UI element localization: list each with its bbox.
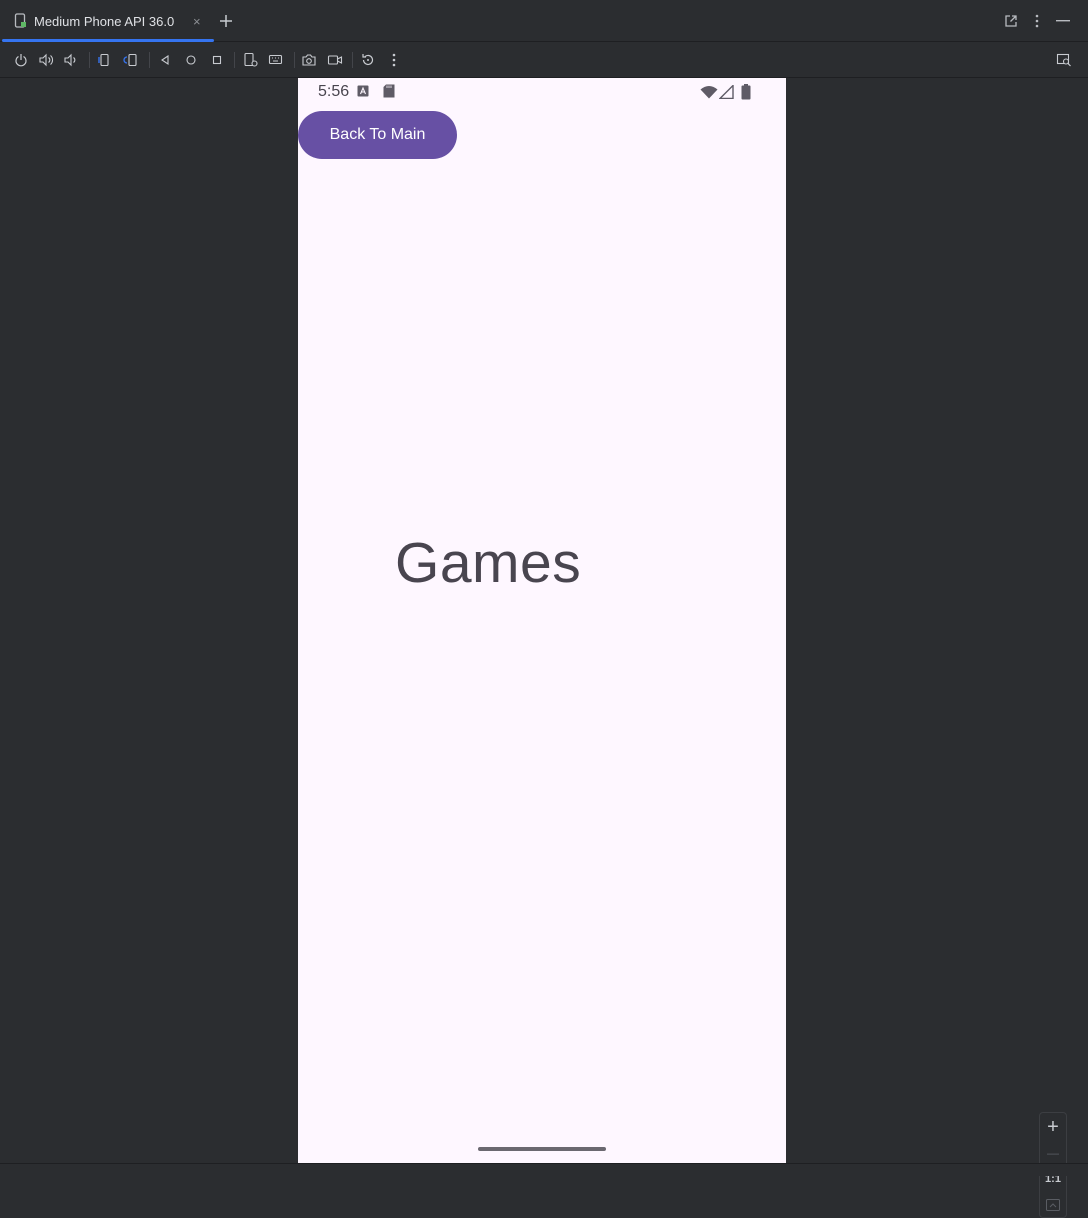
power-icon[interactable] bbox=[11, 50, 31, 70]
gesture-navigation-bar[interactable] bbox=[478, 1147, 606, 1151]
volume-up-icon[interactable] bbox=[36, 50, 56, 70]
device-icon bbox=[14, 13, 28, 29]
status-strip bbox=[0, 1163, 1088, 1176]
minimize-icon[interactable] bbox=[1054, 10, 1072, 32]
rotate-left-icon[interactable] bbox=[95, 50, 115, 70]
tab-title: Medium Phone API 36.0 bbox=[34, 13, 175, 29]
sd-card-icon bbox=[383, 84, 395, 98]
keyboard-icon[interactable] bbox=[266, 50, 286, 70]
toolbar-separator bbox=[89, 52, 90, 68]
zoom-fit-icon[interactable] bbox=[1040, 1193, 1066, 1217]
close-tab-icon[interactable]: × bbox=[193, 14, 201, 29]
status-time: 5:56 bbox=[318, 83, 350, 100]
rotate-right-icon[interactable] bbox=[121, 50, 141, 70]
more-vert-icon[interactable] bbox=[384, 50, 404, 70]
accessibility-notification-icon bbox=[357, 85, 369, 97]
cell-signal-icon bbox=[719, 85, 734, 99]
toolbar-separator bbox=[352, 52, 353, 68]
battery-icon bbox=[741, 84, 751, 100]
back-icon[interactable] bbox=[155, 50, 175, 70]
more-vert-icon[interactable] bbox=[1028, 10, 1046, 32]
emulator-viewport: 5:56 Back To Main Games + — 1:1 bbox=[0, 78, 1088, 1218]
open-external-icon[interactable] bbox=[1002, 10, 1020, 32]
zoom-inspect-icon[interactable] bbox=[1054, 50, 1074, 70]
toolbar-separator bbox=[149, 52, 150, 68]
record-icon[interactable] bbox=[325, 50, 345, 70]
home-icon[interactable] bbox=[181, 50, 201, 70]
plus-icon[interactable] bbox=[216, 10, 236, 32]
screenshot-icon[interactable] bbox=[299, 50, 319, 70]
games-heading: Games bbox=[395, 531, 582, 595]
overview-icon[interactable] bbox=[207, 50, 227, 70]
toolbar-separator bbox=[234, 52, 235, 68]
tab-bar: Medium Phone API 36.0 × bbox=[0, 0, 1088, 42]
reset-icon[interactable] bbox=[358, 50, 378, 70]
phone-screen[interactable]: 5:56 Back To Main Games bbox=[298, 78, 786, 1163]
tab-medium-phone[interactable]: Medium Phone API 36.0 × bbox=[0, 0, 214, 42]
zoom-in-button[interactable]: + bbox=[1040, 1115, 1066, 1139]
zoom-out-button[interactable]: — bbox=[1040, 1141, 1066, 1165]
emulator-toolbar bbox=[0, 42, 1088, 78]
wifi-icon bbox=[700, 85, 718, 99]
device-settings-icon[interactable] bbox=[241, 50, 261, 70]
back-to-main-button[interactable]: Back To Main bbox=[298, 111, 457, 159]
volume-down-icon[interactable] bbox=[61, 50, 81, 70]
toolbar-separator bbox=[294, 52, 295, 68]
